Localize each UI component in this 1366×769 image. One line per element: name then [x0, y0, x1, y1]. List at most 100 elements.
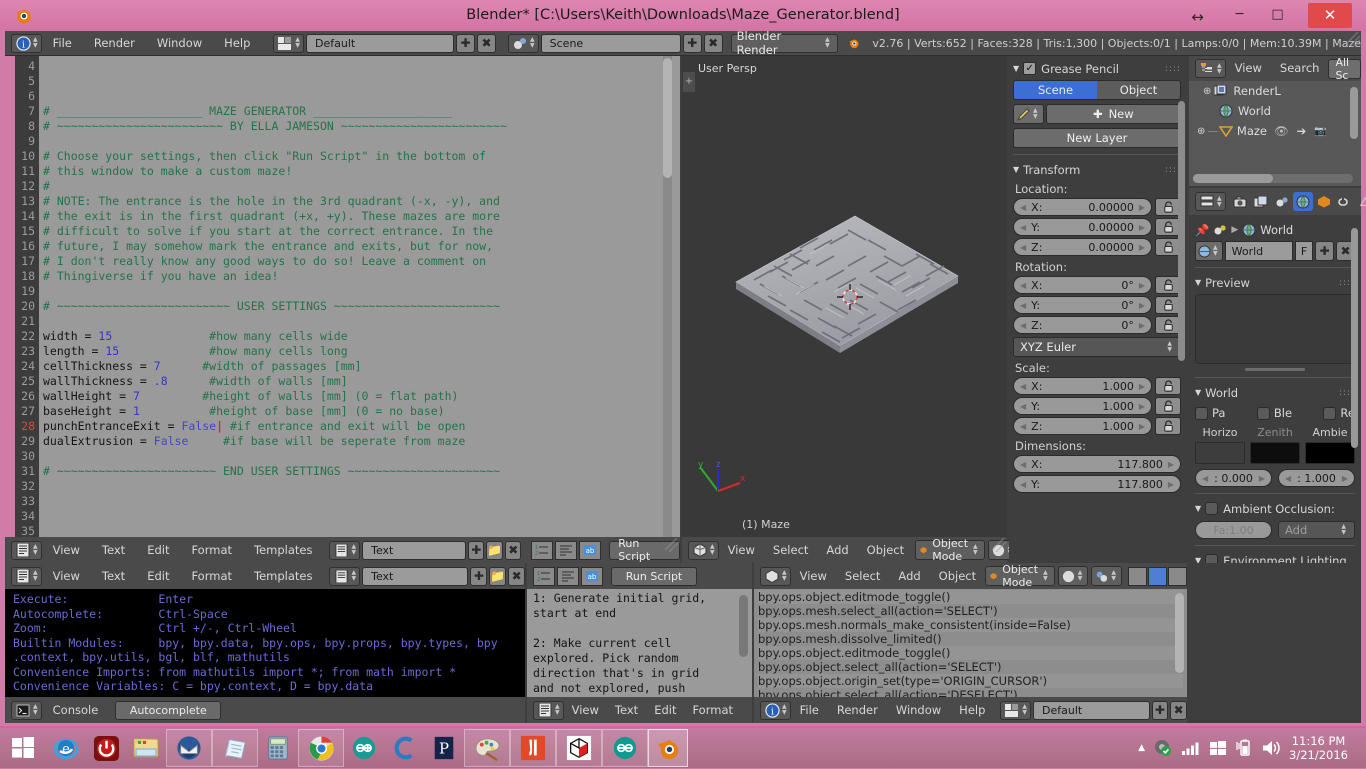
properties-scrollbar[interactable]	[1178, 101, 1185, 361]
file-explorer-icon[interactable]	[126, 729, 166, 767]
arrow-left-icon[interactable]: ◀	[1020, 321, 1026, 330]
restrict-select-icon[interactable]: ➔	[1297, 124, 1307, 138]
code-line[interactable]: # ~~~~~~~~~~~~~~~~~~~~~~~~~ USER SETTING…	[43, 299, 500, 314]
outliner-row-world[interactable]: World	[1189, 101, 1361, 121]
code-line[interactable]: # ~~~~~~~~~~~~~~~~~~~~~~~~ BY ELLA JAMES…	[43, 119, 507, 134]
arduino2-icon[interactable]	[602, 729, 648, 767]
editor-type-selector-viewport[interactable]: ▲▼	[688, 541, 719, 560]
start-button[interactable]	[0, 727, 46, 769]
text-datablock-icon-selector[interactable]: ▲▼	[329, 541, 360, 560]
tab-constraints-icon[interactable]	[1335, 192, 1355, 211]
translate-manipulator-toggle-2[interactable]	[1148, 567, 1167, 586]
secondary-text-scrollbar[interactable]	[739, 595, 748, 657]
text-line[interactable]	[533, 621, 746, 636]
clock[interactable]: 11:16 PM 3/21/2016	[1289, 734, 1358, 762]
viewport-3d-canvas[interactable]: User Persp +	[682, 56, 1007, 537]
arrow-left-icon[interactable]: ◀	[1202, 474, 1208, 483]
paint-icon[interactable]	[464, 729, 510, 767]
arrow-left-icon[interactable]: ◀	[1020, 422, 1026, 431]
info-log-line[interactable]: bpy.ops.mesh.select_all(action='SELECT')	[758, 604, 1183, 618]
new-text-button[interactable]: ✚	[470, 567, 487, 586]
tab-modifiers-icon[interactable]	[1356, 192, 1366, 211]
text-line[interactable]: start at end	[533, 606, 746, 621]
arrow-left-icon[interactable]: ◀	[1020, 480, 1026, 489]
code-line[interactable]: # future, I may somehow mark the entranc…	[43, 239, 493, 254]
world-name-field[interactable]: World	[1225, 241, 1293, 261]
syntax-highlight-toggle[interactable]: ab	[579, 541, 601, 560]
grease-pencil-source-tabs[interactable]: Scene Object	[1013, 80, 1181, 100]
restore-button[interactable]: ↔	[1181, 5, 1214, 29]
restrict-view-icon[interactable]: 👁	[1274, 124, 1289, 138]
console-menu-templates[interactable]: Templates	[243, 564, 323, 589]
show-hidden-icons-arrow[interactable]: ▲	[1138, 743, 1145, 753]
world-panel-header[interactable]: ▼ World ::::	[1195, 384, 1355, 401]
ambient-occlusion-panel-header[interactable]: ▼ Ambient Occlusion:	[1195, 500, 1355, 517]
ambient-occlusion-checkbox[interactable]	[1205, 502, 1218, 515]
screen-layout-icon-selector[interactable]: ▲▼	[273, 34, 304, 53]
info-log-line[interactable]: bpy.ops.mesh.dissolve_limited()	[758, 632, 1183, 646]
notepad-icon[interactable]	[212, 729, 258, 767]
lock-icon[interactable]	[1155, 397, 1181, 415]
arrow-right-icon[interactable]: ▶	[1259, 474, 1265, 483]
close-button[interactable]: ✕	[1308, 3, 1352, 28]
open-text-button[interactable]: 📁	[489, 567, 506, 586]
tab-render-layers-icon[interactable]	[1251, 192, 1271, 211]
arrow-right-icon[interactable]: ▶	[1139, 203, 1145, 212]
rotate-manipulator-toggle-2[interactable]	[1168, 567, 1187, 586]
area-corner-grip-icon[interactable]	[665, 538, 679, 552]
outliner-row-maze[interactable]: ⊕ — Maze 👁 ➔ 📷	[1189, 121, 1361, 141]
text-datablock-field[interactable]: Text	[362, 541, 466, 560]
rotation-mode-dropdown[interactable]: XYZ Euler ▲▼	[1013, 337, 1181, 357]
tab-object[interactable]: Object	[1097, 81, 1180, 99]
battery-icon[interactable]	[1235, 739, 1253, 757]
delete-scene-button[interactable]: ✖	[704, 34, 723, 53]
text-line[interactable]: and not explored, push	[533, 681, 746, 696]
il-menu-view[interactable]: View	[791, 564, 836, 589]
editor-type-selector-viewport2[interactable]: ▲▼	[760, 567, 791, 586]
thunderbird-icon[interactable]	[166, 729, 212, 767]
run-script-button-2[interactable]: Run Script	[611, 567, 697, 586]
transform-number-field[interactable]: ◀Z:0.00000▶	[1013, 238, 1152, 256]
power-icon[interactable]	[86, 729, 126, 767]
text-line[interactable]: direction that's in grid	[533, 666, 746, 681]
line-numbers-toggle[interactable]: 12	[531, 541, 553, 560]
arduino-icon[interactable]	[344, 729, 384, 767]
t2-menu-text[interactable]: Text	[607, 698, 646, 723]
outliner-menu-search[interactable]: Search	[1271, 56, 1329, 81]
outliner-menu-view[interactable]: View	[1226, 56, 1271, 81]
outliner-vertical-scrollbar[interactable]	[1350, 87, 1358, 139]
outliner-display-mode[interactable]: All Sc	[1328, 59, 1361, 79]
pivot-point-dropdown-2[interactable]: ▲▼	[1091, 566, 1122, 586]
arrow-right-icon[interactable]: ▶	[1139, 382, 1145, 391]
grease-pencil-browse[interactable]: ▲▼	[1013, 104, 1044, 124]
delete-layout-button[interactable]: ✖	[477, 34, 496, 53]
zenith-color-swatch[interactable]	[1250, 442, 1300, 464]
console-menu-format[interactable]: Format	[180, 564, 243, 589]
blender-icon[interactable]	[648, 729, 688, 767]
expand-icon[interactable]: ⊕	[1203, 86, 1211, 97]
arrow-left-icon[interactable]: ◀	[1020, 243, 1026, 252]
console-datablock-field[interactable]: Text	[362, 567, 468, 586]
arrow-right-icon[interactable]: ▶	[1139, 281, 1145, 290]
arrow-right-icon[interactable]: ▶	[1168, 460, 1174, 469]
code-line[interactable]: # Choose your settings, then click "Run …	[43, 149, 486, 164]
browse-world-button[interactable]: ▲▼	[1195, 241, 1223, 261]
arrow-right-icon[interactable]: ▶	[1139, 321, 1145, 330]
text-menu-view[interactable]: View	[42, 538, 91, 563]
add-layout-button[interactable]: ✚	[456, 34, 475, 53]
editor-type-selector-console[interactable]: ▲▼	[11, 701, 42, 720]
code-line[interactable]: punchEntranceExit = False| #if entrance …	[43, 419, 465, 434]
tab-scene[interactable]: Scene	[1014, 81, 1097, 99]
chrome-icon[interactable]	[298, 729, 344, 767]
vp-menu-add[interactable]: Add	[817, 538, 857, 563]
editor-type-selector-info2[interactable]: i ▲▼	[760, 701, 791, 720]
lock-icon[interactable]	[1155, 377, 1181, 395]
checkbox-checked-icon[interactable]: ✓	[1023, 62, 1036, 75]
pin-icon[interactable]: 📌	[1195, 223, 1209, 237]
editor-type-selector-text[interactable]: ▲▼	[11, 541, 42, 560]
environment-lighting-panel-header[interactable]: ▼ Environment Lighting	[1195, 552, 1355, 563]
arrow-right-icon[interactable]: ▶	[1139, 243, 1145, 252]
transform-number-field[interactable]: ◀X:117.800▶	[1013, 455, 1181, 473]
calculator-icon[interactable]	[258, 729, 298, 767]
il-menu-object[interactable]: Object	[930, 564, 985, 589]
